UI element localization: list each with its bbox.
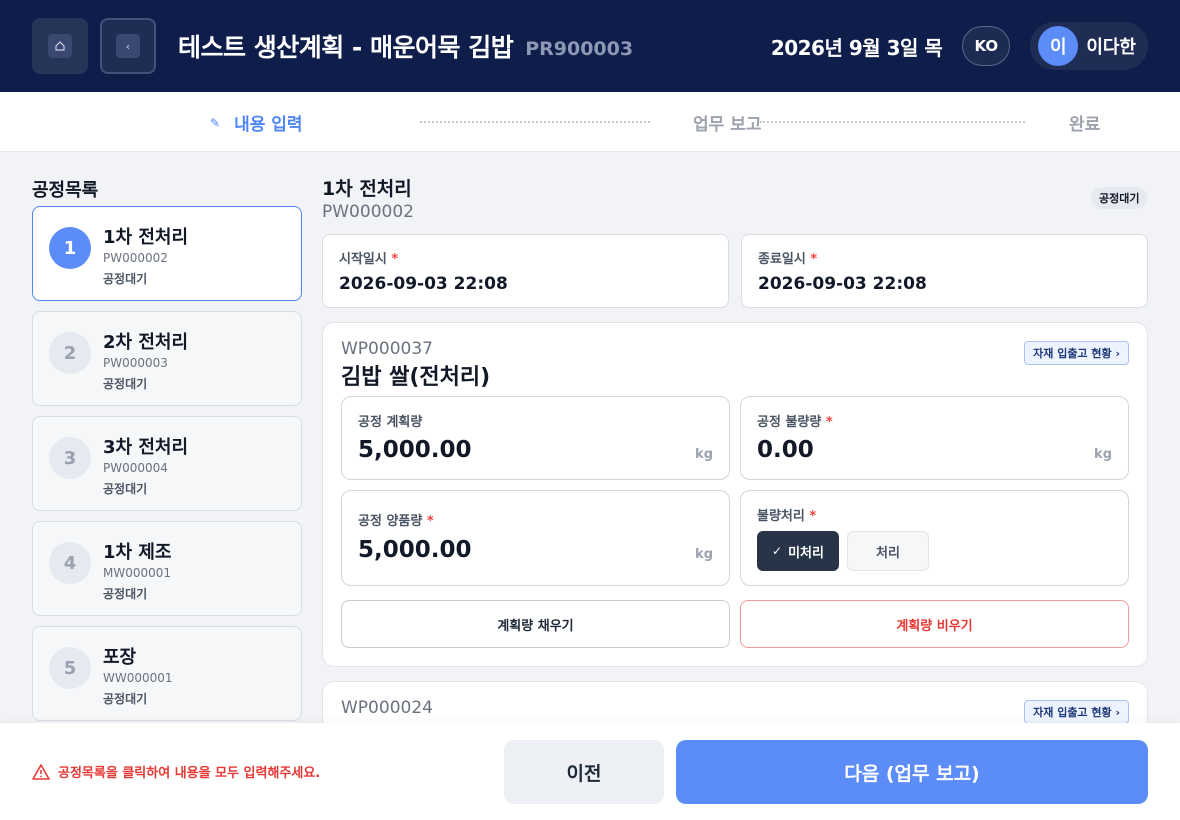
clear-planned-button[interactable]: 계획량 비우기 [740, 600, 1129, 648]
good-qty-field[interactable]: 공정 양품량 * 5,000.00 kg [341, 490, 730, 586]
work-product-code: WP000024 [341, 698, 433, 718]
process-name: 1차 전처리 [103, 227, 189, 248]
unit-label: kg [695, 447, 713, 462]
step-content-input: ✎ 내용 입력 [210, 110, 303, 135]
work-product-card: WP000037 김밥 쌀(전처리) 자재 입출고 현황 › 공정 계획량 5,… [322, 322, 1148, 667]
process-name: 3차 전처리 [103, 437, 189, 458]
process-status: 공정대기 [103, 272, 148, 286]
process-status: 공정대기 [103, 482, 148, 496]
process-item-5[interactable]: 5 포장 WW000001 공정대기 [32, 626, 302, 721]
progress-stepper: ✎ 내용 입력 업무 보고 완료 [0, 92, 1180, 152]
process-number: 4 [49, 542, 91, 584]
process-code-heading: PW000002 [322, 202, 414, 222]
defect-handling-label: 불량처리 * [757, 509, 817, 524]
start-datetime-value: 2026-09-03 22:08 [339, 274, 508, 294]
process-status: 공정대기 [103, 692, 148, 706]
process-code: PW000004 [103, 461, 168, 475]
home-icon [48, 34, 72, 58]
process-name: 1차 제조 [103, 542, 172, 563]
process-number: 3 [49, 437, 91, 479]
process-code: MW000001 [103, 566, 172, 580]
step-complete: 완료 [1069, 115, 1101, 135]
end-datetime-value: 2026-09-03 22:08 [758, 274, 927, 294]
prev-button[interactable]: 이전 [504, 740, 664, 804]
required-mark: * [809, 509, 817, 524]
required-mark: * [391, 252, 399, 267]
language-button[interactable]: KO [962, 26, 1011, 66]
footer-bar: 공정목록을 클릭하여 내용을 모두 입력해주세요. 이전 다음 (업무 보고) [0, 723, 1180, 820]
avatar: 이 [1038, 26, 1079, 66]
end-datetime-label: 종료일시 * [758, 252, 818, 267]
planned-qty-field: 공정 계획량 5,000.00 kg [341, 396, 730, 480]
defect-qty-field[interactable]: 공정 불량량 * 0.00 kg [740, 396, 1129, 480]
process-title: 1차 전처리 [322, 178, 412, 200]
process-code: WW000001 [103, 671, 173, 685]
good-qty-label: 공정 양품량 * [358, 514, 434, 529]
good-qty-value: 5,000.00 [358, 537, 472, 563]
defect-qty-label: 공정 불량량 * [757, 415, 833, 430]
process-name: 포장 [103, 647, 137, 668]
status-badge: 공정대기 [1091, 187, 1148, 209]
stock-status-button[interactable]: 자재 입출고 현황 › [1024, 700, 1129, 724]
required-mark: * [810, 252, 818, 267]
defect-qty-value: 0.00 [757, 437, 814, 463]
app-header: ‹ 테스트 생산계획 - 매운어묵 김밥 PR900003 2026년 9월 3… [0, 0, 1180, 92]
step-connector [420, 121, 650, 123]
home-button[interactable] [32, 18, 88, 74]
warning-message: 공정목록을 클릭하여 내용을 모두 입력해주세요. [32, 762, 320, 781]
required-mark: * [825, 415, 833, 430]
process-number: 1 [49, 227, 91, 269]
process-number: 5 [49, 647, 91, 689]
process-status: 공정대기 [103, 377, 148, 391]
unit-label: kg [695, 547, 713, 562]
pencil-icon: ✎ [210, 115, 221, 130]
process-name: 2차 전처리 [103, 332, 189, 353]
user-menu[interactable]: 이 이다한 [1030, 22, 1148, 70]
unit-label: kg [1094, 447, 1112, 462]
toggle-unprocessed[interactable]: ✓ 미처리 [757, 531, 839, 571]
work-product-code: WP000037 [341, 339, 433, 359]
planned-qty-label: 공정 계획량 [358, 415, 423, 430]
step-connector [760, 121, 1025, 123]
end-datetime-field[interactable]: 종료일시 * 2026-09-03 22:08 [741, 234, 1148, 308]
plan-code: PR900003 [525, 38, 634, 60]
step-work-report: 업무 보고 [693, 115, 762, 135]
process-item-1[interactable]: 1 1차 전처리 PW000002 공정대기 [32, 206, 302, 301]
stock-status-button[interactable]: 자재 입출고 현황 › [1024, 341, 1129, 365]
planned-qty-value: 5,000.00 [358, 437, 472, 463]
check-icon: ✓ [772, 544, 783, 558]
process-code: PW000003 [103, 356, 168, 370]
process-number: 2 [49, 332, 91, 374]
process-item-2[interactable]: 2 2차 전처리 PW000003 공정대기 [32, 311, 302, 406]
process-list-title: 공정목록 [32, 180, 99, 201]
warning-icon [32, 763, 50, 780]
current-date: 2026년 9월 3일 목 [770, 35, 943, 60]
defect-handling-field: 불량처리 * ✓ 미처리 처리 [740, 490, 1129, 586]
process-code: PW000002 [103, 251, 168, 265]
process-status: 공정대기 [103, 587, 148, 601]
required-mark: * [426, 514, 434, 529]
process-item-4[interactable]: 4 1차 제조 MW000001 공정대기 [32, 521, 302, 616]
toggle-processed[interactable]: 처리 [847, 531, 929, 571]
page-title: 테스트 생산계획 - 매운어묵 김밥 [178, 33, 514, 62]
start-datetime-field[interactable]: 시작일시 * 2026-09-03 22:08 [322, 234, 729, 308]
step-label: 내용 입력 [234, 115, 303, 135]
work-product-name: 김밥 쌀(전처리) [341, 365, 491, 390]
back-button[interactable]: ‹ [100, 18, 156, 74]
chevron-left-icon: ‹ [116, 34, 140, 58]
next-button[interactable]: 다음 (업무 보고) [676, 740, 1148, 804]
process-item-3[interactable]: 3 3차 전처리 PW000004 공정대기 [32, 416, 302, 511]
user-name: 이다한 [1086, 37, 1136, 58]
fill-planned-button[interactable]: 계획량 채우기 [341, 600, 730, 648]
start-datetime-label: 시작일시 * [339, 252, 399, 267]
